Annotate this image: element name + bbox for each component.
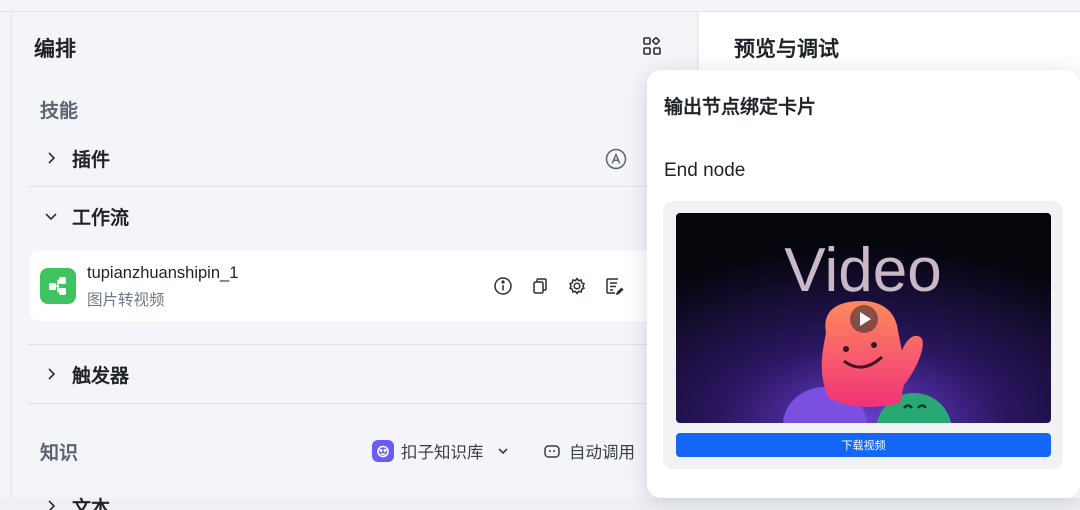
download-video-button[interactable]: 下载视频 bbox=[676, 433, 1051, 457]
panel-title: 编排 bbox=[34, 33, 76, 63]
grid-layout-icon bbox=[642, 36, 662, 56]
layout-toggle-button[interactable] bbox=[640, 34, 664, 58]
text-label: 文本 bbox=[72, 493, 110, 510]
plugins-row[interactable]: 插件 bbox=[28, 136, 648, 180]
trigger-label: 触发器 bbox=[72, 361, 129, 388]
auto-badge-icon[interactable] bbox=[604, 147, 628, 171]
workflow-row[interactable]: 工作流 bbox=[28, 194, 648, 238]
chevron-right-icon bbox=[38, 493, 64, 510]
bind-card-button[interactable] bbox=[602, 274, 626, 298]
settings-button[interactable] bbox=[565, 274, 589, 298]
robot-icon bbox=[542, 441, 562, 461]
section-divider bbox=[28, 186, 648, 187]
popover-title: 输出节点绑定卡片 bbox=[664, 92, 816, 119]
trigger-row[interactable]: 触发器 bbox=[28, 352, 648, 396]
chevron-right-icon bbox=[38, 361, 64, 387]
knowledge-base-icon bbox=[372, 440, 394, 462]
auto-call-label: 自动调用 bbox=[569, 439, 635, 463]
chevron-right-icon bbox=[38, 145, 64, 171]
text-row[interactable]: 文本 bbox=[28, 490, 228, 510]
end-node-label: End node bbox=[664, 160, 745, 182]
knowledge-base-label: 扣子知识库 bbox=[401, 439, 484, 463]
knowledge-base-selector[interactable]: 扣子知识库 bbox=[372, 438, 510, 464]
card-edit-icon bbox=[604, 276, 624, 296]
video-title-text: Video bbox=[784, 236, 941, 305]
left-edge-bar bbox=[0, 12, 12, 498]
copy-icon bbox=[530, 276, 550, 296]
copy-button[interactable] bbox=[528, 274, 552, 298]
chevron-down-icon bbox=[38, 203, 64, 229]
info-icon bbox=[493, 276, 513, 296]
preview-title: 预览与调试 bbox=[734, 33, 839, 63]
video-card-preview[interactable]: Video 下载视频 bbox=[663, 201, 1063, 469]
orchestration-panel: 编排 技能 插件 工作流 bbox=[12, 12, 698, 498]
gear-icon bbox=[567, 276, 587, 296]
knowledge-section-label: 知识 bbox=[40, 438, 78, 465]
info-button[interactable] bbox=[491, 274, 515, 298]
workflow-name: tupianzhuanshipin_1 bbox=[87, 264, 238, 283]
auto-call-selector[interactable]: 自动调用 bbox=[542, 438, 635, 464]
workflow-item-card[interactable]: tupianzhuanshipin_1 图片转视频 bbox=[30, 251, 670, 321]
section-divider bbox=[28, 403, 648, 404]
bind-card-popover: 输出节点绑定卡片 End node Video bbox=[647, 70, 1080, 498]
workflow-description: 图片转视频 bbox=[87, 288, 165, 310]
plugins-label: 插件 bbox=[72, 145, 110, 172]
workflow-label: 工作流 bbox=[72, 203, 129, 230]
chevron-down-icon bbox=[496, 444, 510, 458]
top-strip bbox=[0, 0, 1080, 12]
workflow-logo-icon bbox=[40, 268, 76, 304]
play-icon[interactable] bbox=[850, 305, 878, 333]
section-divider bbox=[28, 344, 648, 345]
video-thumbnail[interactable]: Video bbox=[676, 213, 1051, 423]
skills-section-label: 技能 bbox=[40, 96, 78, 123]
